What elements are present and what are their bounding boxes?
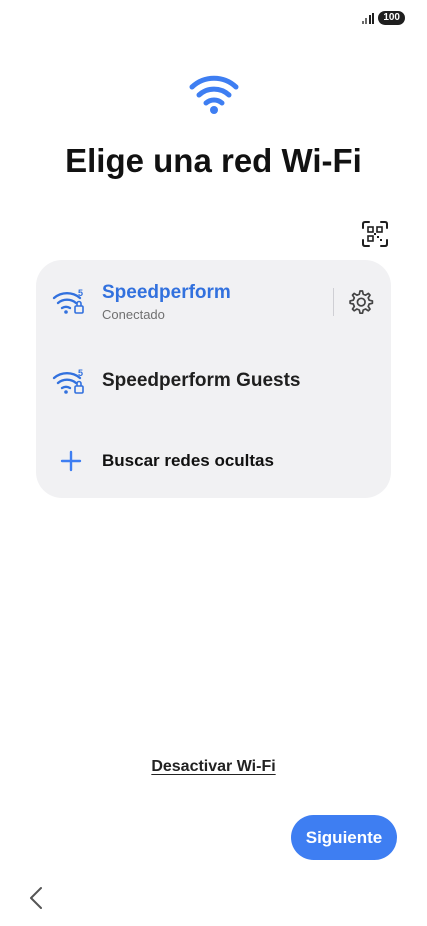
network-name: Speedperform Guests bbox=[102, 370, 301, 391]
wifi-icon bbox=[189, 75, 238, 114]
network-item[interactable]: 5 Speedperform Guests bbox=[36, 358, 391, 406]
search-hidden-networks-label: Buscar redes ocultas bbox=[102, 451, 274, 470]
qr-scan-icon[interactable] bbox=[361, 220, 389, 248]
next-button[interactable]: Siguiente bbox=[291, 815, 397, 860]
band-label: 5 bbox=[78, 368, 83, 378]
band-label: 5 bbox=[78, 288, 83, 298]
status-bar: 100 bbox=[361, 10, 405, 26]
divider bbox=[333, 288, 334, 316]
gear-icon[interactable] bbox=[346, 288, 374, 316]
plus-icon bbox=[60, 450, 82, 472]
wifi-secured-icon: 5 bbox=[52, 288, 84, 314]
network-status: Conectado bbox=[102, 307, 165, 322]
signal-icon bbox=[361, 12, 375, 24]
chevron-left-icon[interactable] bbox=[27, 885, 45, 911]
network-list: 5 Speedperform Conectado 5 Speedperform … bbox=[36, 260, 391, 498]
wifi-secured-icon: 5 bbox=[52, 368, 84, 394]
search-hidden-networks-button[interactable]: Buscar redes ocultas bbox=[36, 440, 391, 482]
deactivate-wifi-link[interactable]: Desactivar Wi-Fi bbox=[0, 758, 427, 776]
page-title: Elige una red Wi-Fi bbox=[65, 142, 362, 179]
network-name: Speedperform bbox=[102, 282, 231, 303]
network-item-connected[interactable]: 5 Speedperform Conectado bbox=[36, 274, 391, 334]
battery-indicator: 100 bbox=[378, 11, 405, 25]
